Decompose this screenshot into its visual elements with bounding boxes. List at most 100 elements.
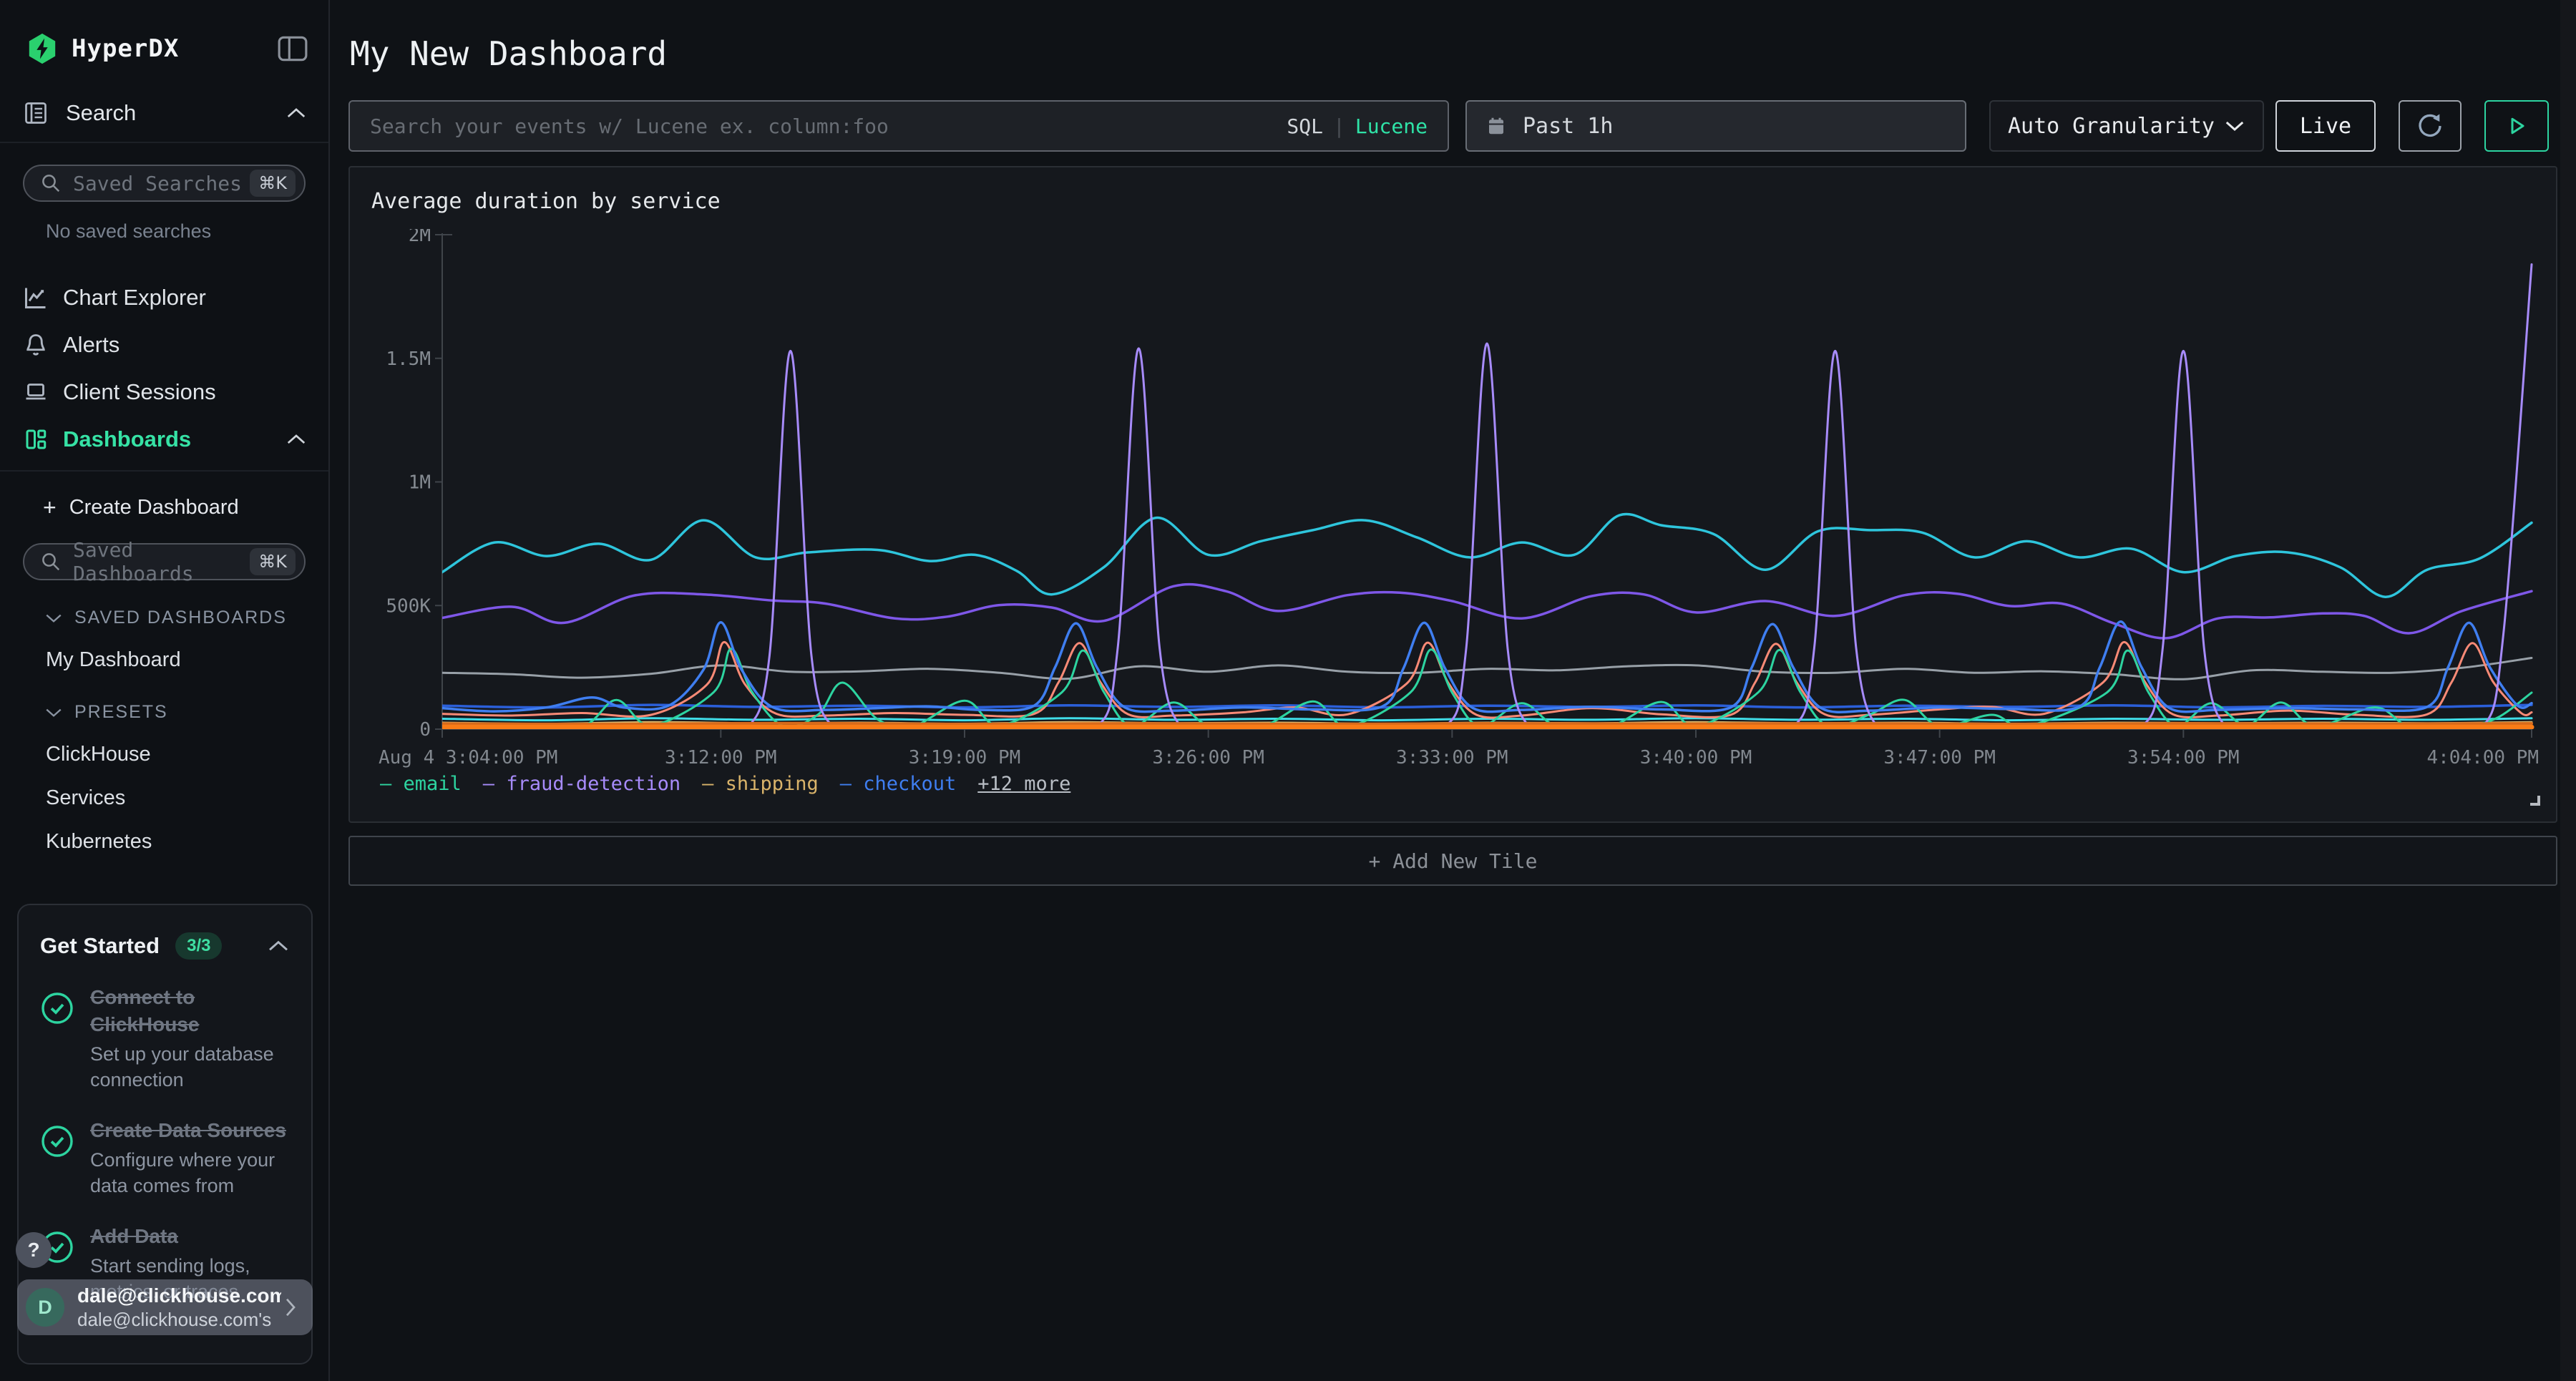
bell-icon	[23, 332, 49, 358]
get-started-step[interactable]: Connect to ClickHouse Set up your databa…	[40, 984, 290, 1093]
refresh-button[interactable]	[2399, 100, 2462, 152]
section-presets[interactable]: PRESETS	[0, 702, 328, 723]
tile-title: Average duration by service	[371, 189, 721, 214]
dashboard-tile[interactable]: Average duration by service 2M1.5M1M500K…	[348, 166, 2557, 823]
logo-row: HyperDX	[0, 0, 328, 69]
get-started-title: Get Started	[40, 933, 160, 959]
tile-resize-handle[interactable]	[2530, 796, 2540, 806]
journal-icon	[23, 100, 49, 126]
chevron-up-icon[interactable]	[267, 939, 290, 953]
series-unlabeled-purple	[442, 585, 2532, 638]
play-icon	[2504, 112, 2529, 140]
sidebar-item-label: Client Sessions	[63, 379, 307, 405]
saved-dashboards-input[interactable]: Saved Dashboards ⌘K	[23, 543, 306, 580]
get-started-step[interactable]: Create Data Sources Configure where your…	[40, 1117, 290, 1199]
svg-text:3:19:00 PM: 3:19:00 PM	[909, 747, 1021, 768]
shortcut-badge: ⌘K	[250, 170, 296, 197]
chevron-up-icon[interactable]	[286, 432, 307, 446]
event-search-input[interactable]: Search your events w/ Lucene ex. column:…	[348, 100, 1449, 152]
sidebar-item-services[interactable]: Services	[0, 786, 328, 810]
user-email: dale@clickhouse.com	[77, 1284, 281, 1308]
svg-text:500K: 500K	[386, 595, 431, 617]
help-button[interactable]: ?	[16, 1232, 52, 1268]
collapse-sidebar-icon[interactable]	[277, 35, 308, 62]
language-toggle-sql[interactable]: SQL	[1287, 114, 1323, 138]
series-unlabeled-cyan	[442, 514, 2532, 597]
live-button[interactable]: Live	[2275, 100, 2376, 152]
search-icon	[40, 172, 62, 194]
sidebar-item-label: Dashboards	[63, 426, 286, 452]
chevron-down-icon	[44, 706, 63, 719]
add-new-tile-button[interactable]: + Add New Tile	[348, 836, 2557, 886]
sidebar-item-client-sessions[interactable]: Client Sessions	[0, 369, 328, 416]
sidebar-item-kubernetes[interactable]: Kubernetes	[0, 830, 328, 854]
sidebar-item-dashboards[interactable]: Dashboards	[0, 416, 328, 463]
app-title: HyperDX	[72, 34, 277, 63]
sidebar-item-label: Alerts	[63, 332, 307, 358]
step-title: Create Data Sources	[90, 1117, 305, 1144]
calendar-icon	[1485, 114, 1507, 137]
line-chart[interactable]: 2M1.5M1M500K0Aug 4 3:04:00 PM3:12:00 PM3…	[333, 229, 2547, 773]
time-range-value: Past 1h	[1523, 114, 1613, 139]
divider: |	[1333, 114, 1345, 138]
section-label: PRESETS	[74, 702, 168, 723]
svg-text:3:12:00 PM: 3:12:00 PM	[665, 747, 777, 768]
svg-text:1.5M: 1.5M	[386, 348, 431, 370]
legend-item-checkout[interactable]: checkout	[840, 773, 957, 795]
sidebar-item-label: Chart Explorer	[63, 285, 307, 311]
sidebar-item-label: Search	[66, 100, 286, 126]
legend-more-link[interactable]: +12 more	[977, 773, 1070, 795]
sidebar-item-search[interactable]: Search	[0, 100, 328, 143]
sidebar-item-chart-explorer[interactable]: Chart Explorer	[0, 274, 328, 321]
refresh-icon	[2415, 110, 2445, 142]
saved-searches-placeholder: Saved Searches	[73, 172, 250, 195]
legend-item-email[interactable]: email	[380, 773, 462, 795]
chart-legend: email fraud-detection shipping checkout …	[380, 773, 1070, 795]
check-circle-icon	[40, 991, 74, 1025]
section-label: SAVED DASHBOARDS	[74, 607, 287, 628]
step-desc: Configure where your data comes from	[90, 1147, 305, 1199]
chart-explorer-icon	[23, 285, 49, 311]
granularity-select[interactable]: Auto Granularity	[1989, 100, 2264, 152]
section-saved-dashboards[interactable]: SAVED DASHBOARDS	[0, 607, 328, 628]
laptop-icon	[23, 379, 49, 405]
saved-dashboards-placeholder: Saved Dashboards	[73, 538, 250, 585]
scrollbar[interactable]	[2560, 0, 2576, 1381]
legend-item-fraud-detection[interactable]: fraud-detection	[483, 773, 680, 795]
avatar: D	[26, 1288, 64, 1327]
sidebar-nav: Chart Explorer Alerts Client Sessions Da…	[0, 274, 328, 472]
sidebar: HyperDX Search Saved Searches ⌘K No save…	[0, 0, 330, 1381]
svg-text:Aug 4 3:04:00 PM: Aug 4 3:04:00 PM	[379, 747, 557, 768]
main-content: My New Dashboard Search your events w/ L…	[331, 0, 2560, 1381]
svg-text:3:26:00 PM: 3:26:00 PM	[1152, 747, 1264, 768]
chevron-down-icon	[2224, 119, 2245, 133]
sidebar-item-alerts[interactable]: Alerts	[0, 321, 328, 369]
user-org: dale@clickhouse.com's	[77, 1308, 281, 1331]
step-title: Add Data	[90, 1223, 305, 1250]
time-range-picker[interactable]: Past 1h	[1465, 100, 1966, 152]
create-dashboard-button[interactable]: + Create Dashboard	[0, 487, 328, 527]
play-button[interactable]	[2484, 100, 2549, 152]
svg-text:3:54:00 PM: 3:54:00 PM	[2127, 747, 2240, 768]
svg-text:3:47:00 PM: 3:47:00 PM	[1883, 747, 1996, 768]
legend-item-shipping[interactable]: shipping	[702, 773, 819, 795]
language-toggle-lucene[interactable]: Lucene	[1355, 114, 1428, 138]
sidebar-item-my-dashboard[interactable]: My Dashboard	[0, 648, 328, 672]
check-circle-icon	[40, 1124, 74, 1158]
svg-text:2M: 2M	[409, 229, 431, 246]
sidebar-item-clickhouse[interactable]: ClickHouse	[0, 743, 328, 766]
no-saved-searches-text: No saved searches	[0, 220, 328, 243]
svg-text:3:40:00 PM: 3:40:00 PM	[1640, 747, 1752, 768]
svg-text:4:04:00 PM: 4:04:00 PM	[2426, 747, 2539, 768]
granularity-value: Auto Granularity	[2008, 114, 2224, 139]
shortcut-badge: ⌘K	[250, 548, 296, 575]
saved-searches-input[interactable]: Saved Searches ⌘K	[23, 165, 306, 202]
get-started-progress-badge: 3/3	[175, 932, 222, 960]
svg-text:0: 0	[419, 719, 431, 741]
search-placeholder: Search your events w/ Lucene ex. column:…	[370, 114, 1287, 138]
chevron-right-icon	[281, 1297, 300, 1318]
chevron-up-icon[interactable]	[286, 106, 307, 120]
search-icon	[40, 551, 62, 572]
page-title: My New Dashboard	[350, 34, 667, 73]
user-menu[interactable]: D dale@clickhouse.com dale@clickhouse.co…	[17, 1279, 313, 1335]
